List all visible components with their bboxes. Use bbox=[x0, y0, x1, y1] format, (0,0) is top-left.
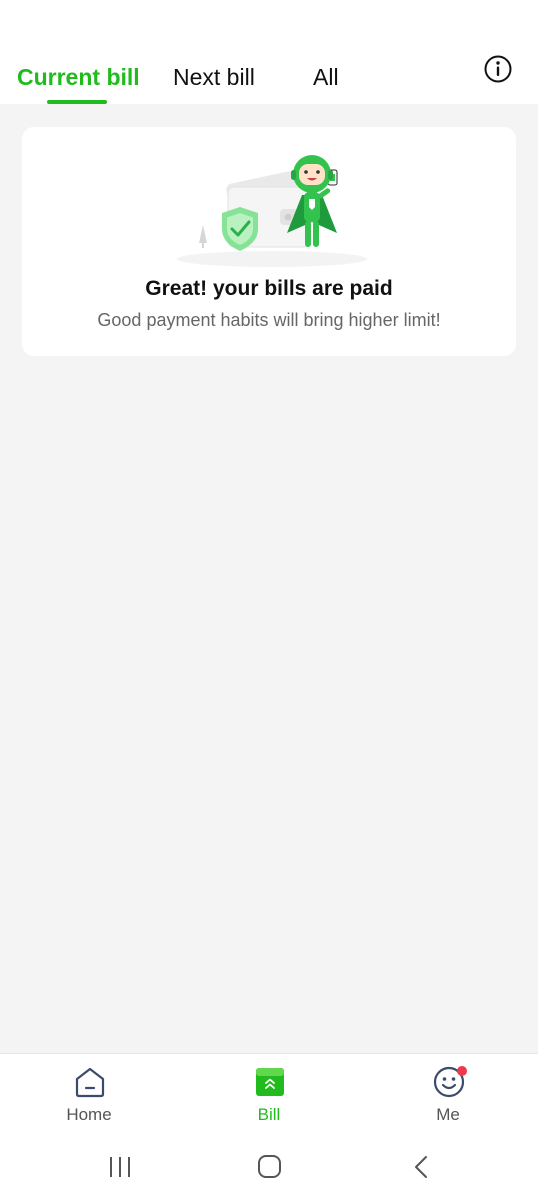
nav-item-me[interactable]: Me bbox=[393, 1066, 503, 1136]
system-navigation-bar bbox=[0, 1141, 538, 1200]
back-chevron-icon[interactable] bbox=[404, 1153, 440, 1183]
bill-icon bbox=[254, 1066, 286, 1098]
tab-all[interactable]: All bbox=[313, 62, 339, 92]
nav-item-bill[interactable]: Bill bbox=[214, 1066, 324, 1136]
home-circle-icon[interactable] bbox=[252, 1153, 288, 1183]
bills-paid-title: Great! your bills are paid bbox=[145, 277, 393, 300]
recent-apps-icon[interactable] bbox=[102, 1153, 138, 1183]
info-icon[interactable] bbox=[483, 54, 513, 84]
nav-label-me: Me bbox=[436, 1105, 460, 1124]
bills-paid-subtitle: Good payment habits will bring higher li… bbox=[97, 310, 441, 330]
notification-badge bbox=[457, 1066, 467, 1076]
bottom-navigation: Home Bill Me bbox=[0, 1053, 538, 1141]
nav-label-home: Home bbox=[66, 1105, 112, 1124]
home-icon bbox=[74, 1066, 106, 1098]
active-tab-indicator bbox=[47, 100, 107, 104]
nav-label-bill: Bill bbox=[257, 1105, 281, 1124]
wallet-shield-mascot-illustration bbox=[172, 147, 372, 267]
tab-current-bill[interactable]: Current bill bbox=[17, 62, 140, 92]
top-tab-bar: Current bill Next bill All bbox=[0, 0, 538, 104]
nav-item-home[interactable]: Home bbox=[34, 1066, 144, 1136]
tab-next-bill[interactable]: Next bill bbox=[173, 62, 255, 92]
bills-paid-card: Great! your bills are paid Good payment … bbox=[22, 127, 516, 356]
